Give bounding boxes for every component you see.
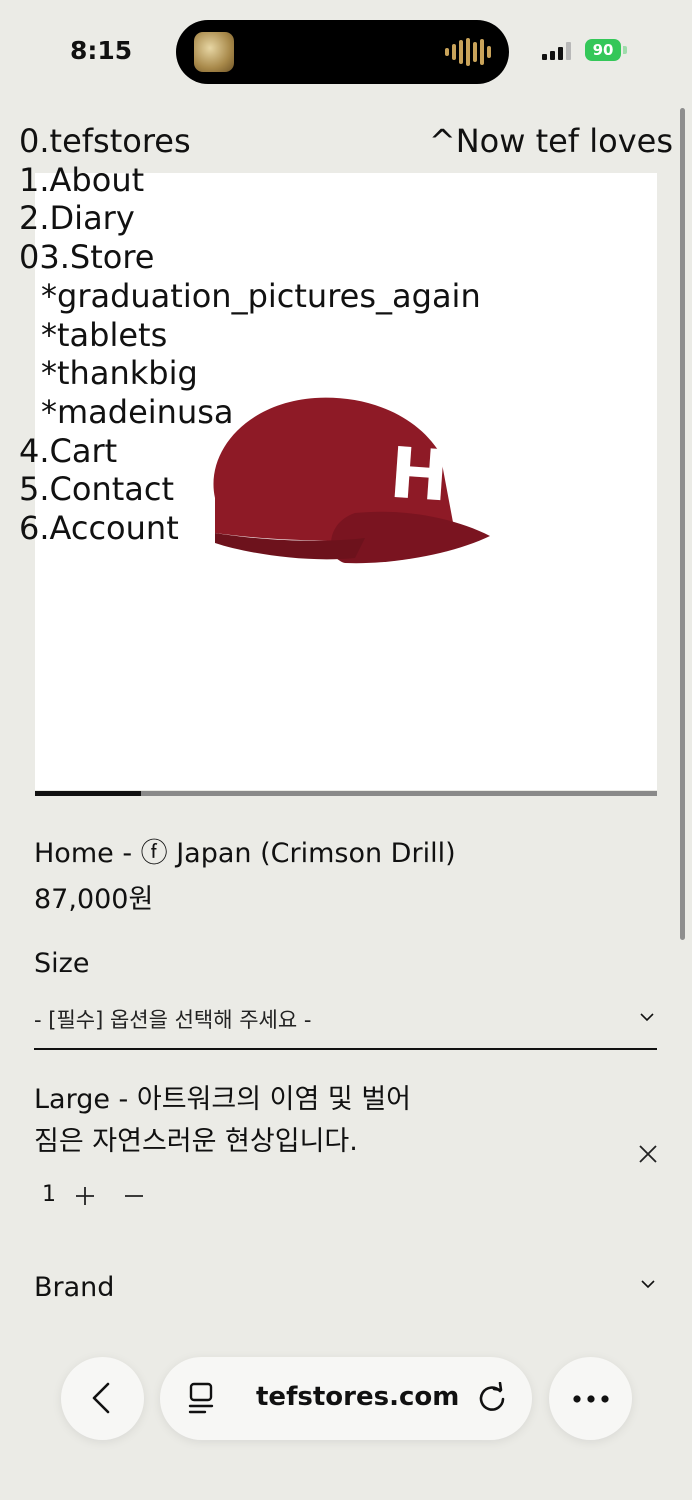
more-options-button[interactable] [549,1357,632,1440]
menu-subitem-tablets[interactable]: *tablets [19,316,481,355]
menu-item-about[interactable]: 1.About [19,161,481,200]
product-name: Home - ⓕ Japan (Crimson Drill) [34,838,456,869]
ellipsis-icon [573,1395,609,1403]
tagline-link[interactable]: ^Now tef loves [429,122,673,161]
menu-subitem-madeinusa[interactable]: *madeinusa [19,393,481,432]
address-bar[interactable]: tefstores.com [160,1357,532,1440]
selected-option-name: Large - 아트워크의 이염 및 벌어 짐은 자연스러운 현상입니다. [34,1079,454,1163]
cellular-signal-icon [542,42,571,60]
chevron-left-icon [92,1382,110,1414]
selected-option-line-1: Large - 아트워크의 이염 및 벌어 [34,1084,412,1115]
increase-quantity-icon[interactable] [74,1185,96,1207]
size-select-value: - [필수] 옵션을 선택해 주세요 - [34,1008,312,1032]
battery-tip [623,46,627,54]
reader-mode-icon[interactable] [187,1381,215,1415]
url-text: tefstores.com [256,1382,460,1412]
menu-item-home[interactable]: 0.tefstores [19,122,481,161]
image-carousel-progress-fill [35,791,141,796]
battery-level: 90 [592,41,614,59]
back-button[interactable] [61,1357,144,1440]
chevron-down-icon [640,1013,654,1022]
image-carousel-progress [35,791,657,796]
quantity-value: 1 [42,1182,56,1207]
selected-option-line-2: 짐은 자연스러운 현상입니다. [34,1126,358,1157]
product-price: 87,000원 [34,884,154,915]
dynamic-island[interactable] [176,20,509,84]
menu-subitem-graduation-pictures-again[interactable]: *graduation_pictures_again [19,277,481,316]
status-time: 8:15 [70,36,133,65]
audio-waveform-icon [445,38,491,66]
reload-icon[interactable] [476,1382,508,1414]
menu-item-cart[interactable]: 4.Cart [19,432,481,471]
size-select[interactable]: - [필수] 옵션을 선택해 주세요 - [34,996,657,1050]
menu-item-store[interactable]: 03.Store [19,238,481,277]
remove-option-icon[interactable] [637,1143,659,1165]
site-menu: 0.tefstores 1.About 2.Diary 03.Store *gr… [19,122,481,548]
menu-subitem-thankbig[interactable]: *thankbig [19,354,481,393]
size-label: Size [34,948,90,979]
now-playing-artwork [194,32,234,72]
decrease-quantity-icon[interactable] [124,1185,144,1207]
menu-item-account[interactable]: 6.Account [19,509,481,548]
brand-accordion-label[interactable]: Brand [34,1272,114,1303]
battery-icon: 90 [585,39,621,61]
page-scrollbar[interactable] [680,108,685,940]
chevron-down-icon[interactable] [640,1276,656,1292]
menu-item-contact[interactable]: 5.Contact [19,470,481,509]
menu-item-diary[interactable]: 2.Diary [19,199,481,238]
